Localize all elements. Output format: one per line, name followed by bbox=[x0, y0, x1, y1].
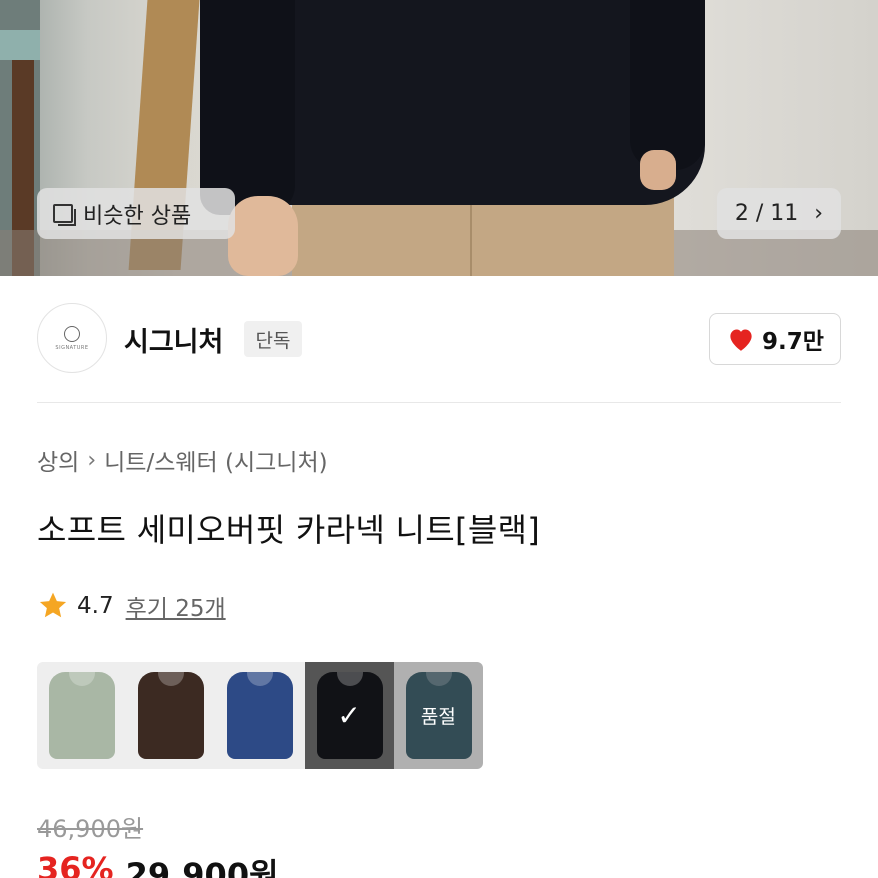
breadcrumb: 상의 › 니트/스웨터 (시그니처) bbox=[37, 443, 328, 477]
model-sleeve-left bbox=[200, 0, 295, 215]
original-price: 46,900원 bbox=[37, 815, 144, 843]
color-options: ✓ 품절 bbox=[37, 662, 483, 769]
final-price: 29,900원 bbox=[125, 856, 279, 878]
like-count: 9.7만 bbox=[762, 329, 824, 355]
model-hand-right bbox=[640, 150, 676, 190]
rating: 4.7 후기 25개 bbox=[37, 589, 226, 623]
divider bbox=[37, 402, 841, 403]
rating-score: 4.7 bbox=[77, 593, 114, 619]
sweater-thumbnail bbox=[138, 672, 205, 759]
check-icon: ✓ bbox=[337, 699, 361, 732]
model-hand-left bbox=[228, 196, 298, 276]
discount-rate: 36% bbox=[37, 850, 114, 878]
color-option-black[interactable]: ✓ bbox=[304, 662, 394, 769]
breadcrumb-subcategory[interactable]: 니트/스웨터 (시그니처) bbox=[104, 443, 327, 477]
sold-out-label: 품절 bbox=[420, 706, 456, 728]
product-image[interactable]: 비슷한 상품 2 / 11 › bbox=[0, 0, 878, 276]
similar-icon bbox=[53, 203, 76, 226]
color-option-teal[interactable]: 품절 bbox=[393, 662, 483, 769]
sweater-thumbnail bbox=[49, 672, 115, 759]
heart-icon bbox=[730, 329, 752, 351]
color-option-navy[interactable] bbox=[215, 662, 305, 769]
background-chair bbox=[0, 30, 40, 60]
product-title: 소프트 세미오버핏 카라넥 니트[블랙] bbox=[37, 511, 541, 549]
brand-logo-mark-icon bbox=[64, 325, 80, 342]
model-sleeve-right bbox=[630, 0, 705, 170]
star-icon bbox=[39, 592, 67, 618]
chevron-right-icon: › bbox=[87, 447, 97, 473]
brand-logo[interactable]: SIGNATURE bbox=[37, 303, 107, 373]
image-counter-text: 2 / 11 bbox=[734, 201, 799, 226]
like-button[interactable]: 9.7만 bbox=[709, 313, 841, 365]
price-row: 36% 29,900원 bbox=[37, 850, 279, 878]
brand-name[interactable]: 시그니처 bbox=[124, 320, 223, 359]
color-option-brown[interactable] bbox=[126, 662, 216, 769]
breadcrumb-category[interactable]: 상의 bbox=[37, 443, 79, 477]
image-counter-button[interactable]: 2 / 11 › bbox=[717, 188, 841, 239]
similar-products-button[interactable]: 비슷한 상품 bbox=[37, 188, 235, 239]
chevron-right-icon: › bbox=[814, 201, 824, 226]
brand-logo-text: SIGNATURE bbox=[55, 344, 89, 351]
similar-products-label: 비슷한 상품 bbox=[83, 203, 192, 229]
sweater-thumbnail bbox=[227, 672, 294, 759]
color-option-sage[interactable] bbox=[37, 662, 127, 769]
review-count-link[interactable]: 후기 25개 bbox=[126, 589, 226, 623]
exclusive-badge: 단독 bbox=[244, 321, 302, 357]
